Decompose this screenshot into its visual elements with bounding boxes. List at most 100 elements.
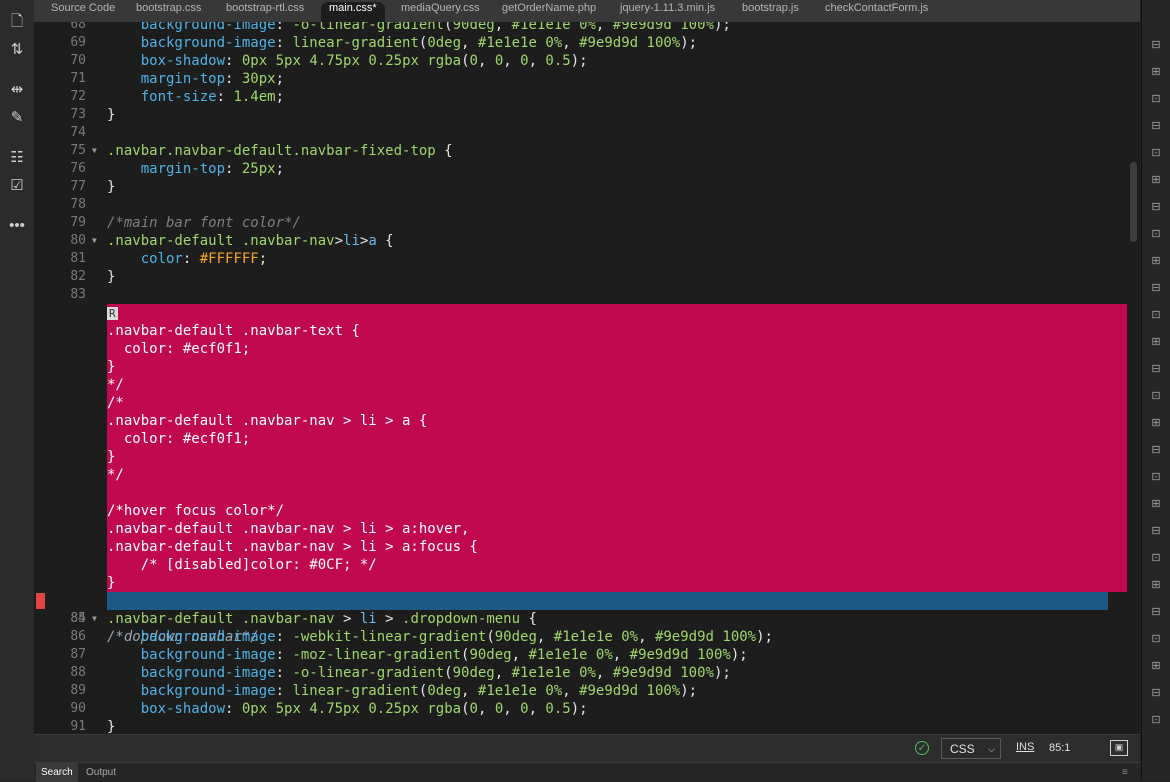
language-select[interactable]: CSS ⌵ <box>941 738 1001 759</box>
code-text: background-image: linear-gradient(0deg, … <box>140 683 698 699</box>
file-icon[interactable]: 🗋 <box>7 12 27 32</box>
fold-toggle-icon[interactable]: ▼ <box>92 142 97 160</box>
panel-tool-icon[interactable]: ⊟ <box>1148 119 1164 133</box>
code-text: color: #FFFFFF; <box>140 251 268 267</box>
line-number: 79 <box>70 215 86 230</box>
tab-mediaquery-css[interactable]: mediaQuery.css <box>393 0 488 22</box>
code-line: 79 /*main bar font color*/ <box>34 214 1128 232</box>
sort-icon[interactable]: ⇅ <box>7 40 27 60</box>
line-number: 72 <box>70 89 86 104</box>
language-select-value: CSS <box>950 742 975 756</box>
live-preview-icon[interactable]: ▣ <box>1110 740 1128 756</box>
panel-tool-icon[interactable]: ⊡ <box>1148 389 1164 403</box>
panel-tool-icon[interactable]: ⊟ <box>1148 524 1164 538</box>
selected-code-line: /* [disabled]color: #0CF; */ <box>34 556 1128 574</box>
code-text: /* <box>107 395 124 411</box>
check-icon[interactable]: ✓ <box>915 741 929 755</box>
right-panel-toolbar: ⊟ ⊞ ⊡ ⊟ ⊡ ⊞ ⊟ ⊡ ⊞ ⊟ ⊡ ⊞ ⊟ ⊡ ⊞ ⊟ ⊡ ⊞ ⊟ ⊡ ⊞ ⊟ ⊡ ⊞ ⊟ ⊡ <box>1141 0 1170 781</box>
line-number: 86 <box>70 629 86 644</box>
code-editor[interactable]: 68 background-image: -o-linear-gradient(… <box>34 22 1140 734</box>
validate-icon[interactable]: ☑ <box>7 176 27 196</box>
code-text: R <box>107 304 118 322</box>
menu-icon[interactable]: ≡ <box>1122 767 1128 778</box>
code-line: 89 background-image: linear-gradient(0de… <box>34 682 1128 700</box>
code-text: .navbar.navbar-default.navbar-fixed-top … <box>107 143 453 159</box>
panel-tool-icon[interactable]: ⊞ <box>1148 173 1164 187</box>
panel-tool-icon[interactable]: ⊟ <box>1148 362 1164 376</box>
code-text: /*hover focus color*/ <box>107 503 285 519</box>
panel-tool-icon[interactable]: ⊞ <box>1148 659 1164 673</box>
document-tab-bar: Source Code bootstrap.css bootstrap-rtl.… <box>34 0 1162 22</box>
panel-tool-icon[interactable]: ⊟ <box>1148 281 1164 295</box>
tab-search[interactable]: Search <box>36 763 78 782</box>
panel-tool-icon[interactable]: ⊟ <box>1148 686 1164 700</box>
code-line: 78 <box>34 196 1128 214</box>
tab-bootstrap-js[interactable]: bootstrap.js <box>734 0 807 22</box>
line-number: 77 <box>70 179 86 194</box>
code-text: .navbar-default .navbar-nav > li > a:foc… <box>107 539 478 555</box>
line-number: 90 <box>70 701 86 716</box>
panel-tool-icon[interactable]: ⊞ <box>1148 335 1164 349</box>
more-icon[interactable]: ••• <box>7 216 27 236</box>
tab-bootstrap-css[interactable]: bootstrap.css <box>128 0 209 22</box>
panel-tool-icon[interactable]: ⊞ <box>1148 65 1164 79</box>
panel-tool-icon[interactable]: ⊞ <box>1148 497 1164 511</box>
panel-tool-icon[interactable]: ⊡ <box>1148 632 1164 646</box>
panel-tool-icon[interactable]: ⊞ <box>1148 416 1164 430</box>
code-line: 87 background-image: -moz-linear-gradien… <box>34 646 1128 664</box>
line-number: 69 <box>70 35 86 50</box>
scrollbar-thumb[interactable] <box>1130 162 1137 242</box>
selected-code-line: } <box>34 358 1128 376</box>
selected-code-line: /*hover focus color*/ <box>34 502 1128 520</box>
tab-checkcontactform-js[interactable]: checkContactForm.js <box>817 0 936 22</box>
code-text: background-image: linear-gradient(0deg, … <box>140 35 698 51</box>
panel-tool-icon[interactable]: ⊡ <box>1148 470 1164 484</box>
panel-tool-icon[interactable]: ⊟ <box>1148 200 1164 214</box>
line-number: 88 <box>70 665 86 680</box>
panel-tool-icon[interactable]: ⊡ <box>1148 551 1164 565</box>
selection-marker[interactable]: R <box>107 307 118 320</box>
panel-tool-icon[interactable]: ⊞ <box>1148 254 1164 268</box>
code-text: /*main bar font color*/ <box>107 215 301 231</box>
selected-code-line: .navbar-default .navbar-text { <box>34 322 1128 340</box>
selected-code-line: /* <box>34 394 1128 412</box>
status-bar: ✓ CSS ⌵ INS 85:1 ▣ <box>34 734 1140 763</box>
tab-bootstrap-rtl-css[interactable]: bootstrap-rtl.css <box>218 0 312 22</box>
code-navigator-icon[interactable]: ⇹ <box>7 80 27 100</box>
panel-tool-icon[interactable]: ⊟ <box>1148 38 1164 52</box>
panel-tool-icon[interactable]: ⊞ <box>1148 578 1164 592</box>
panel-tool-icon[interactable]: ⊡ <box>1148 92 1164 106</box>
panel-tool-icon[interactable]: ⊟ <box>1148 605 1164 619</box>
panel-tool-icon[interactable]: ⊡ <box>1148 713 1164 727</box>
chevron-down-icon: ⌵ <box>988 744 995 754</box>
tab-main-css[interactable]: main.css* <box>321 2 385 22</box>
brush-icon[interactable]: ✎ <box>7 108 27 128</box>
line-number: 78 <box>70 197 86 212</box>
panel-tool-icon[interactable]: ⊡ <box>1148 227 1164 241</box>
selected-code-line <box>34 484 1128 502</box>
cursor-position: 85:1 <box>1049 742 1071 754</box>
current-code-line: 84 /*dopdown navbar*/ <box>34 592 1128 645</box>
code-text: .navbar-default .navbar-nav > li > a { <box>107 413 428 429</box>
code-text: box-shadow: 0px 5px 4.75px 0.25px rgba(0… <box>140 701 588 717</box>
code-line: 86 background-image: -webkit-linear-grad… <box>34 628 1128 646</box>
code-text: } <box>107 449 116 465</box>
comment-icon[interactable]: ☷ <box>7 148 27 168</box>
tab-output[interactable]: Output <box>81 763 121 782</box>
code-line: 91} <box>34 718 1128 734</box>
panel-tool-icon[interactable]: ⊡ <box>1148 146 1164 160</box>
code-text: } <box>107 719 116 734</box>
insert-mode-toggle[interactable]: INS <box>1016 741 1034 753</box>
panel-tool-icon[interactable]: ⊡ <box>1148 308 1164 322</box>
line-number: 71 <box>70 71 86 86</box>
fold-toggle-icon[interactable]: ▼ <box>92 610 97 628</box>
tab-source-code[interactable]: Source Code <box>43 0 123 22</box>
code-text: margin-top: 30px; <box>140 71 285 87</box>
panel-tool-icon[interactable]: ⊟ <box>1148 443 1164 457</box>
code-line: 77} <box>34 178 1128 196</box>
code-text: font-size: 1.4em; <box>140 89 285 105</box>
tab-getordername-php[interactable]: getOrderName.php <box>494 0 604 22</box>
fold-toggle-icon[interactable]: ▼ <box>92 232 97 250</box>
vertical-scrollbar[interactable] <box>1127 22 1140 734</box>
tab-jquery-js[interactable]: jquery-1.11.3.min.js <box>612 0 723 22</box>
